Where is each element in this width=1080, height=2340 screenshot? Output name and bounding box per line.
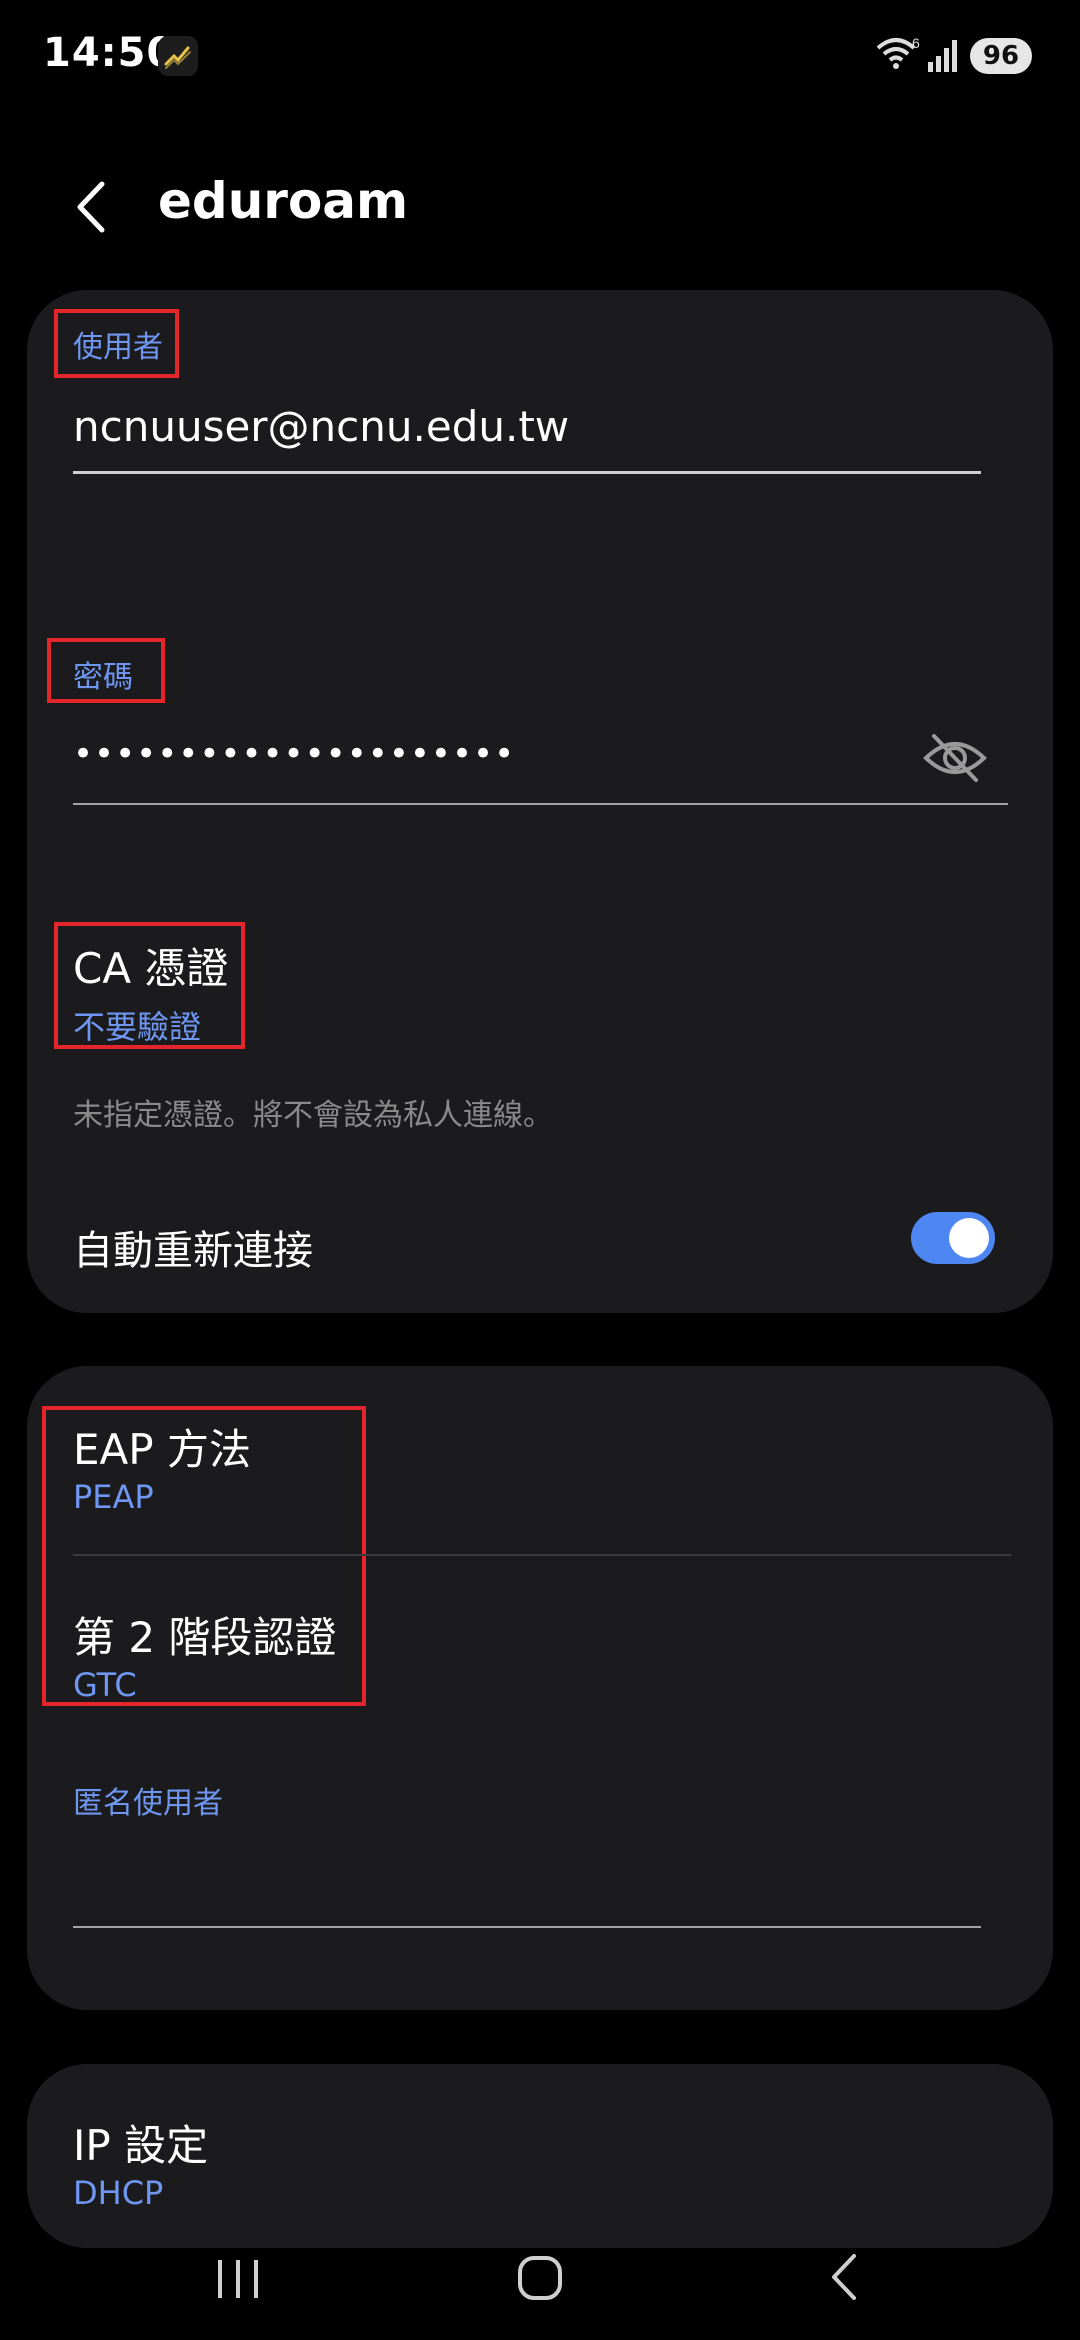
ip-settings-title[interactable]: IP 設定 (73, 2112, 208, 2173)
back-icon[interactable] (70, 178, 114, 236)
identity-input[interactable]: ncnuuser@ncnu.edu.tw (73, 402, 569, 451)
toggle-knob (949, 1218, 989, 1258)
app-notification-icon (158, 36, 198, 76)
auto-reconnect-label: 自動重新連接 (73, 1228, 313, 1274)
battery-indicator: 96 (970, 38, 1032, 74)
ip-settings-value[interactable]: DHCP (73, 2174, 163, 2212)
visibility-off-icon[interactable] (922, 728, 988, 792)
eap-divider (73, 1554, 1011, 1556)
anonymous-identity-label: 匿名使用者 (73, 1786, 223, 1821)
wifi-icon: 6 (874, 35, 922, 76)
eap-method-title[interactable]: EAP 方法 (73, 1416, 251, 1477)
identity-label: 使用者 (73, 330, 163, 365)
wifi-generation: 6 (912, 36, 920, 51)
password-label: 密碼 (73, 660, 133, 695)
phase2-value[interactable]: GTC (73, 1666, 137, 1704)
nav-back-icon[interactable] (826, 2252, 862, 2306)
home-icon[interactable] (516, 2254, 564, 2306)
page-title: eduroam (158, 172, 409, 230)
signal-icon (928, 38, 960, 76)
password-input[interactable]: ••••••••••••••••••••• (73, 734, 515, 774)
status-time: 14:50 (43, 30, 176, 76)
recent-apps-icon[interactable] (216, 2258, 262, 2304)
ca-helper-text: 未指定憑證。將不會設為私人連線。 (73, 1098, 553, 1133)
eap-method-value[interactable]: PEAP (73, 1478, 154, 1516)
anonymous-identity-underline (73, 1926, 981, 1928)
ca-certificate-title[interactable]: CA 憑證 (73, 935, 228, 996)
phase2-title[interactable]: 第 2 階段認證 (73, 1604, 336, 1665)
password-underline (73, 803, 1008, 805)
ca-certificate-value[interactable]: 不要驗證 (73, 1002, 201, 1048)
identity-underline (73, 471, 981, 474)
auto-reconnect-toggle[interactable] (911, 1212, 995, 1264)
